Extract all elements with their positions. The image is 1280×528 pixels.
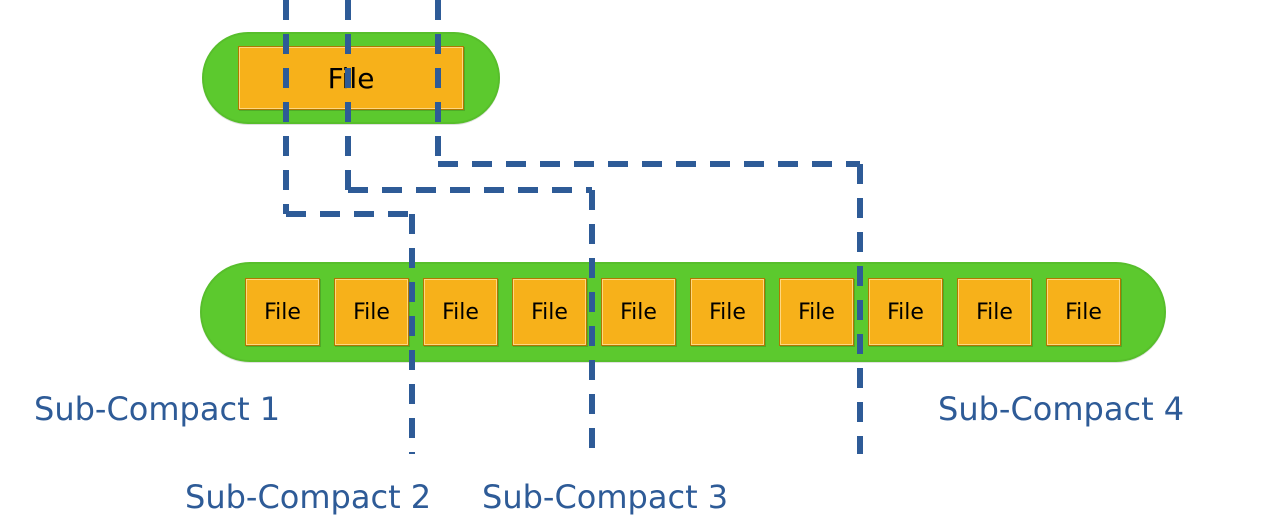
bottom-file-row: File File File File File File File File … [200,278,1166,346]
label-sub-compact-2: Sub-Compact 2 [185,478,431,516]
top-file: File [238,46,464,110]
label-sub-compact-1: Sub-Compact 1 [34,390,280,428]
bottom-level-container: File File File File File File File File … [200,262,1166,362]
sub-compaction-diagram: File File File File File File File File … [0,0,1280,528]
file-3: File [512,278,587,346]
label-sub-compact-4: Sub-Compact 4 [938,390,1184,428]
file-4: File [601,278,676,346]
label-sub-compact-3: Sub-Compact 3 [482,478,728,516]
file-9: File [1046,278,1121,346]
top-level-container: File [202,32,500,124]
file-1: File [334,278,409,346]
file-5: File [690,278,765,346]
file-6: File [779,278,854,346]
file-2: File [423,278,498,346]
file-8: File [957,278,1032,346]
file-0: File [245,278,320,346]
file-7: File [868,278,943,346]
